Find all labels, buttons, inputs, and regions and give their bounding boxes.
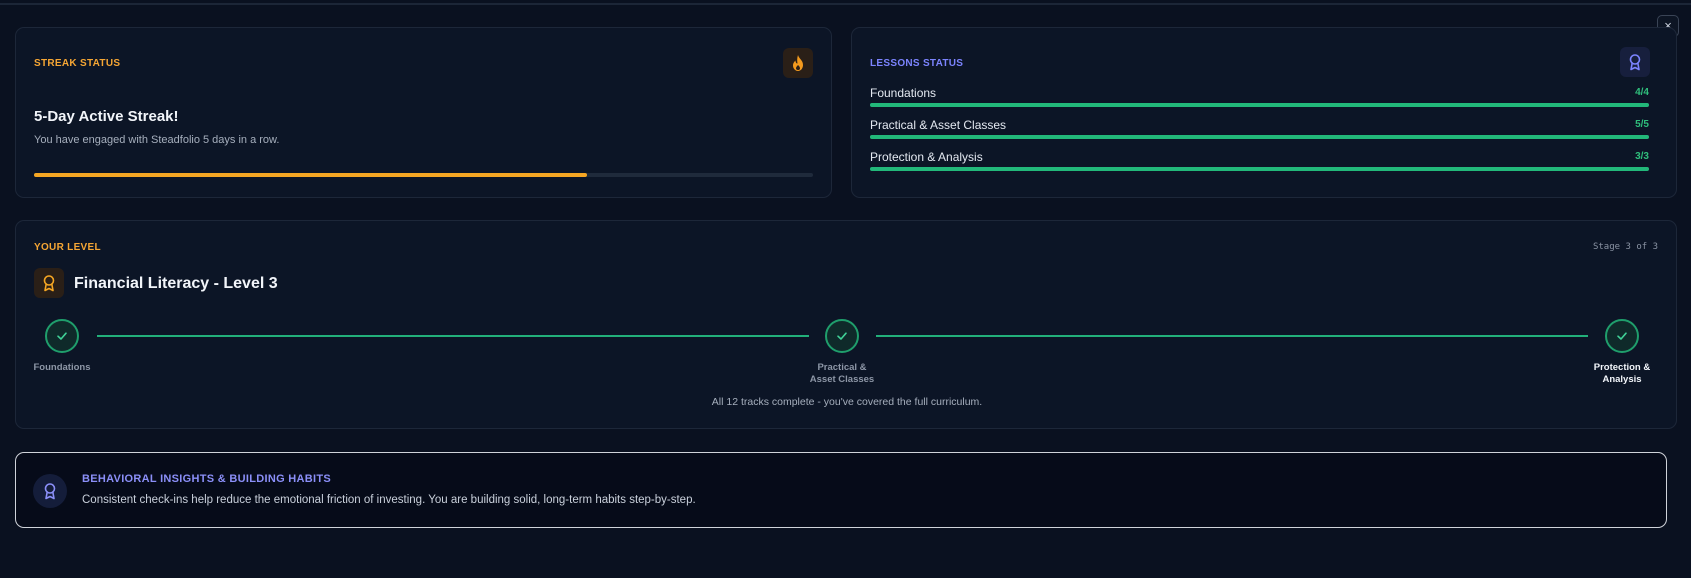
step-label-line: Protection & xyxy=(1593,362,1651,373)
streak-subtitle: You have engaged with Steadfolio 5 days … xyxy=(34,134,280,146)
lesson-count: 5/5 xyxy=(1635,119,1649,130)
check-icon xyxy=(57,332,67,340)
step-label-line: Foundations xyxy=(33,362,91,373)
lesson-name: Protection & Analysis xyxy=(870,150,983,164)
step-connector xyxy=(876,335,1588,337)
lesson-progress-fill xyxy=(870,167,1649,171)
streak-progress-bar xyxy=(34,173,813,177)
streak-status-label: STREAK STATUS xyxy=(34,58,121,69)
step-practical xyxy=(825,319,859,353)
check-icon xyxy=(837,332,847,340)
award-ribbon-icon xyxy=(33,474,67,508)
step-protection xyxy=(1605,319,1639,353)
lesson-name: Foundations xyxy=(870,86,937,100)
step-label-protection: Protection & Analysis xyxy=(1562,362,1682,386)
your-level-label: YOUR LEVEL xyxy=(34,242,101,253)
lesson-row-foundations: Foundations 4/4 xyxy=(870,86,1649,110)
insights-text: Consistent check-ins help reduce the emo… xyxy=(82,494,696,506)
step-label-line: Practical & xyxy=(817,362,867,373)
streak-status-card: STREAK STATUS 5-Day Active Streak! You h… xyxy=(15,27,832,198)
check-icon xyxy=(1617,332,1627,340)
step-label-foundations: Foundations xyxy=(2,362,122,374)
level-title: Financial Literacy - Level 3 xyxy=(74,275,278,292)
lesson-row-protection: Protection & Analysis 3/3 xyxy=(870,150,1649,174)
award-ribbon-icon xyxy=(1620,47,1650,77)
streak-title: 5-Day Active Streak! xyxy=(34,108,179,125)
streak-progress-fill xyxy=(34,173,588,177)
lesson-progress-bar xyxy=(870,103,1649,107)
lesson-count: 3/3 xyxy=(1635,151,1649,162)
lesson-name: Practical & Asset Classes xyxy=(870,118,1007,132)
insights-title: BEHAVIORAL INSIGHTS & BUILDING HABITS xyxy=(82,473,332,485)
behavioral-insights-card: BEHAVIORAL INSIGHTS & BUILDING HABITS Co… xyxy=(15,452,1667,528)
stage-indicator: Stage 3 of 3 xyxy=(1592,242,1658,252)
lessons-status-card: LESSONS STATUS Foundations 4/4 Practical… xyxy=(851,27,1677,198)
lesson-progress-bar xyxy=(870,167,1649,171)
step-label-line: Asset Classes xyxy=(809,374,875,385)
top-divider xyxy=(0,3,1691,5)
level-completion-note: All 12 tracks complete - you've covered … xyxy=(711,396,983,408)
lesson-progress-bar xyxy=(870,135,1649,139)
step-foundations xyxy=(45,319,79,353)
flame-icon xyxy=(783,48,813,78)
lesson-progress-fill xyxy=(870,103,1649,107)
lessons-status-label: LESSONS STATUS xyxy=(870,58,964,69)
lesson-row-practical: Practical & Asset Classes 5/5 xyxy=(870,118,1649,142)
your-level-card: YOUR LEVEL Stage 3 of 3 Financial Litera… xyxy=(15,220,1677,429)
step-label-practical: Practical & Asset Classes xyxy=(782,362,902,386)
lesson-progress-fill xyxy=(870,135,1649,139)
award-ribbon-icon xyxy=(34,268,64,298)
step-label-line: Analysis xyxy=(1602,374,1642,385)
step-connector xyxy=(97,335,809,337)
lesson-count: 4/4 xyxy=(1635,87,1649,98)
